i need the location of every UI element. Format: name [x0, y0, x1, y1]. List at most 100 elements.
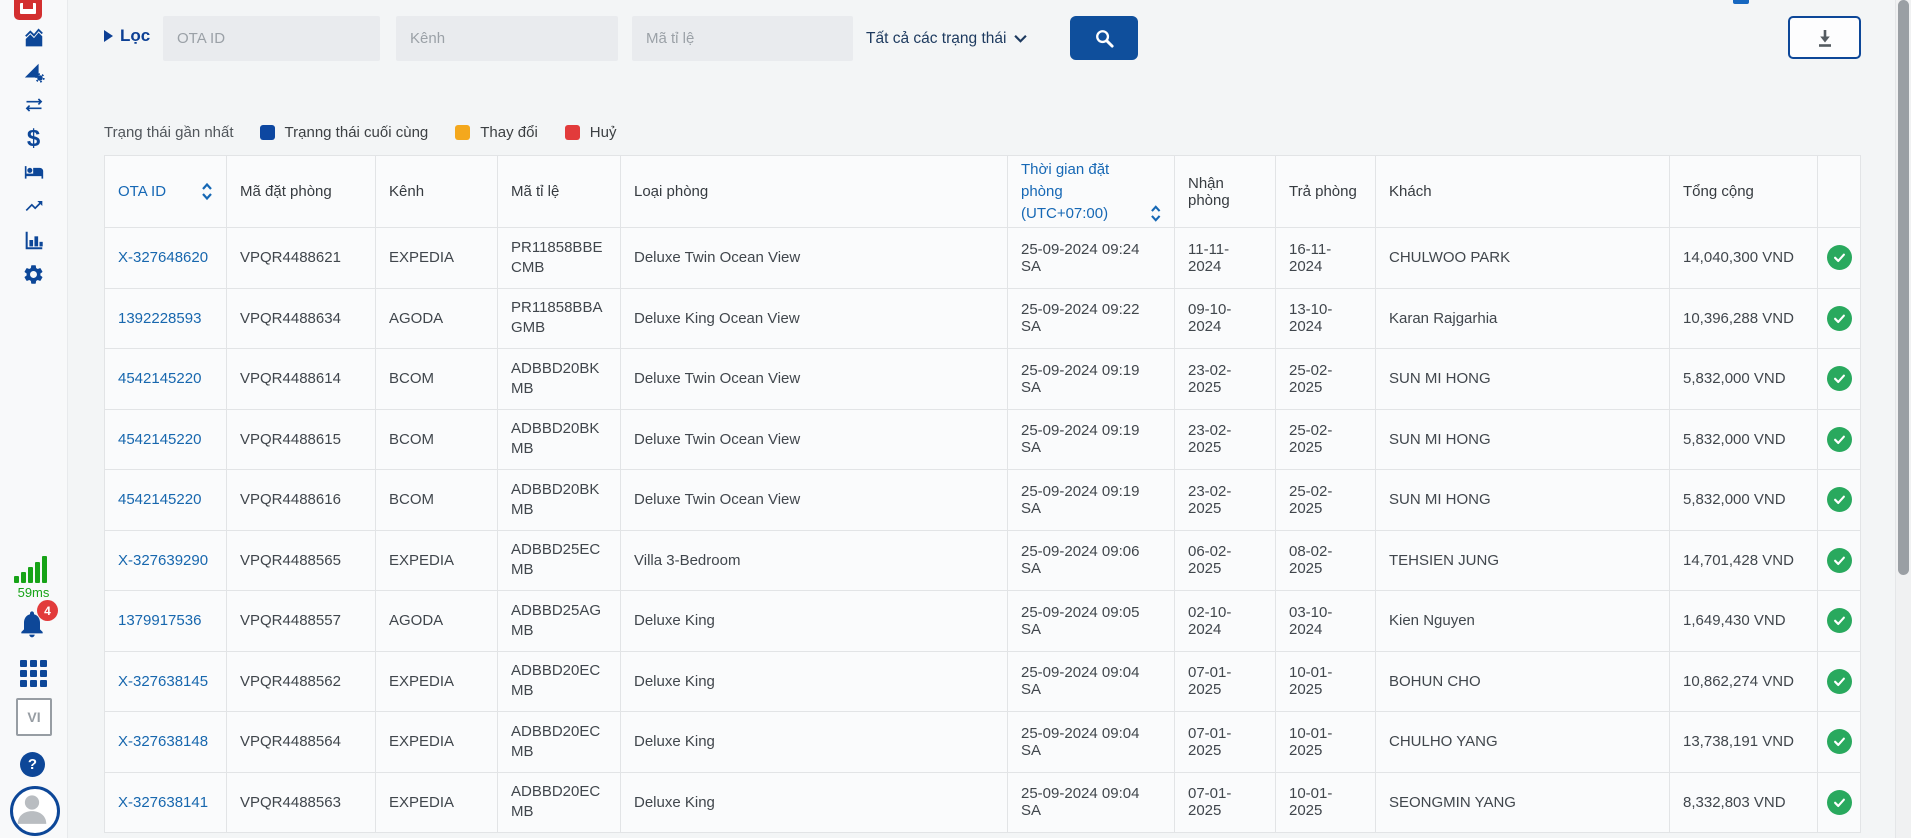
status-cell — [1818, 651, 1861, 712]
table-row: 1379917536 VPQR4488557 AGODA ADBBD25AGMB… — [105, 591, 1861, 652]
rate-code-input[interactable] — [632, 16, 853, 61]
booked-time-cell: 25-09-2024 09:04 SA — [1008, 651, 1175, 712]
status-legend: Trạng thái gần nhất Trạnng thái cuối cùn… — [104, 124, 643, 141]
ota-id-link[interactable]: 4542145220 — [118, 370, 201, 387]
booked-time-cell: 25-09-2024 09:24 SA — [1008, 228, 1175, 289]
check-circle-icon — [1827, 487, 1852, 512]
total-cell: 14,040,300 VND — [1670, 228, 1818, 289]
check-circle-icon — [1827, 729, 1852, 754]
booking-code-cell: VPQR4488562 — [227, 651, 376, 712]
table-row: X-327638141 VPQR4488563 EXPEDIA ADBBD20E… — [105, 772, 1861, 833]
col-header-status — [1818, 156, 1861, 228]
channel-cell: EXPEDIA — [376, 228, 498, 289]
sort-icon — [201, 182, 213, 201]
check-circle-icon — [1827, 427, 1852, 452]
bookings-table: OTA ID Mã đặt phòng Kênh Mã tỉ lệ Loại p… — [104, 155, 1860, 833]
booked-time-cell: 25-09-2024 09:22 SA — [1008, 288, 1175, 349]
table-row: X-327638148 VPQR4488564 EXPEDIA ADBBD20E… — [105, 712, 1861, 773]
total-cell: 5,832,000 VND — [1670, 409, 1818, 470]
cropped-brand-label: ON 2MINUTES — [1733, 0, 1862, 4]
filter-toggle[interactable]: Lọc — [104, 26, 150, 46]
status-dropdown[interactable]: Tất cả các trạng thái — [866, 16, 1050, 61]
total-cell: 14,701,428 VND — [1670, 530, 1818, 591]
check-out-cell: 10-01-2025 — [1276, 651, 1376, 712]
sidebar-item-analytics[interactable] — [0, 61, 67, 83]
check-out-cell: 16-11-2024 — [1276, 228, 1376, 289]
col-header-guest: Khách — [1376, 156, 1670, 228]
expand-triangle-icon — [104, 30, 113, 42]
rate-code-cell: ADBBD20ECMB — [498, 651, 621, 712]
app-logo[interactable] — [14, 0, 42, 20]
ota-id-link[interactable]: X-327639290 — [118, 552, 208, 569]
check-circle-icon — [1827, 790, 1852, 815]
col-header-total: Tổng cộng — [1670, 156, 1818, 228]
rate-code-cell: ADBBD25ECMB — [498, 530, 621, 591]
room-type-cell: Deluxe Twin Ocean View — [621, 349, 1008, 410]
sidebar-item-finance[interactable]: $ — [0, 128, 67, 150]
ota-id-link[interactable]: X-327648620 — [118, 249, 208, 266]
check-in-cell: 06-02-2025 — [1175, 530, 1276, 591]
user-avatar[interactable] — [10, 786, 60, 836]
total-cell: 1,649,430 VND — [1670, 591, 1818, 652]
legend-item-final-status: Trạnng thái cuối cùng — [260, 124, 429, 141]
ota-id-link[interactable]: X-327638148 — [118, 733, 208, 750]
sidebar-item-rooms[interactable] — [0, 162, 67, 182]
ota-id-link[interactable]: X-327638141 — [118, 794, 208, 811]
dollar-icon: $ — [27, 128, 40, 150]
booked-time-cell: 25-09-2024 09:06 SA — [1008, 530, 1175, 591]
check-circle-icon — [1827, 306, 1852, 331]
status-cell — [1818, 409, 1861, 470]
guest-cell: CHULHO YANG — [1376, 712, 1670, 773]
ota-id-link[interactable]: 1379917536 — [118, 612, 201, 629]
room-type-cell: Deluxe King Ocean View — [621, 288, 1008, 349]
col-header-ota-id[interactable]: OTA ID — [105, 156, 227, 228]
check-out-cell: 13-10-2024 — [1276, 288, 1376, 349]
sidebar-item-settings[interactable] — [0, 263, 67, 286]
room-type-cell: Deluxe Twin Ocean View — [621, 228, 1008, 289]
analytics-gear-icon — [22, 61, 46, 83]
download-icon — [1813, 26, 1837, 50]
rate-code-cell: ADBBD20BKMB — [498, 470, 621, 531]
red-square-icon — [565, 125, 580, 140]
guest-cell: SUN MI HONG — [1376, 409, 1670, 470]
check-in-cell: 23-02-2025 — [1175, 349, 1276, 410]
booked-time-cell: 25-09-2024 09:05 SA — [1008, 591, 1175, 652]
vertical-scrollbar — [1895, 0, 1911, 838]
total-cell: 10,862,274 VND — [1670, 651, 1818, 712]
ota-id-link[interactable]: 4542145220 — [118, 431, 201, 448]
ota-id-link[interactable]: 4542145220 — [118, 491, 201, 508]
guest-cell: TEHSIEN JUNG — [1376, 530, 1670, 591]
col-header-booked-time[interactable]: Thời gian đặt phòng (UTC+07:00) — [1008, 156, 1175, 228]
table-row: 4542145220 VPQR4488616 BCOM ADBBD20BKMB … — [105, 470, 1861, 531]
channel-input[interactable] — [396, 16, 618, 61]
room-type-cell: Deluxe Twin Ocean View — [621, 470, 1008, 531]
download-button[interactable] — [1788, 16, 1861, 59]
total-cell: 8,332,803 VND — [1670, 772, 1818, 833]
booked-time-cell: 25-09-2024 09:04 SA — [1008, 712, 1175, 773]
ota-id-input[interactable] — [163, 16, 380, 61]
sidebar-item-area-chart[interactable] — [0, 28, 67, 50]
col-header-rate-code: Mã tỉ lệ — [498, 156, 621, 228]
ota-id-link[interactable]: 1392228593 — [118, 310, 201, 327]
booking-code-cell: VPQR4488563 — [227, 772, 376, 833]
table-row: X-327639290 VPQR4488565 EXPEDIA ADBBD25E… — [105, 530, 1861, 591]
status-cell — [1818, 530, 1861, 591]
search-button[interactable] — [1070, 16, 1138, 60]
sidebar-item-trends[interactable] — [0, 196, 67, 216]
room-type-cell: Deluxe King — [621, 651, 1008, 712]
language-button[interactable]: VI — [16, 698, 52, 736]
notification-badge: 4 — [37, 600, 58, 621]
booking-code-cell: VPQR4488615 — [227, 409, 376, 470]
hotel-bed-icon — [22, 162, 46, 182]
ota-id-link[interactable]: X-327638145 — [118, 673, 208, 690]
rate-code-cell: ADBBD20ECMB — [498, 712, 621, 773]
sidebar-item-transfers[interactable] — [0, 95, 67, 115]
sidebar-item-reports[interactable] — [0, 229, 67, 251]
apps-grid-button[interactable] — [20, 660, 47, 687]
scrollbar-thumb[interactable] — [1898, 0, 1909, 575]
guest-cell: SEONGMIN YANG — [1376, 772, 1670, 833]
notifications-button[interactable]: 4 — [16, 608, 52, 644]
help-button[interactable]: ? — [20, 752, 45, 777]
legend-item-cancelled: Huỷ — [565, 124, 617, 141]
room-type-cell: Deluxe King — [621, 591, 1008, 652]
